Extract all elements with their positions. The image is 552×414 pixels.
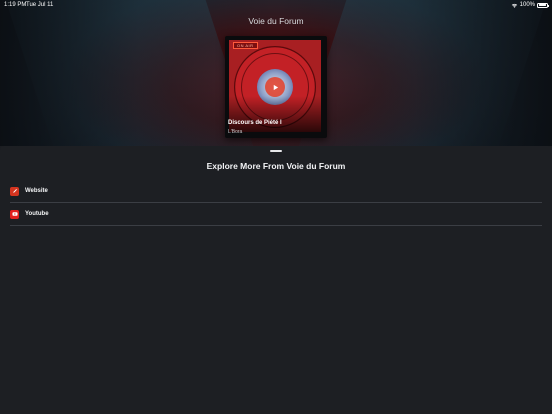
- now-playing-card[interactable]: ON AIR Discours de Piété I L'Bora: [225, 36, 327, 138]
- artwork-fade: [229, 96, 321, 132]
- status-bar: 1:19 PM Tue Jul 11 100%: [0, 0, 552, 10]
- track-title: Discours de Piété I: [228, 120, 282, 126]
- website-link[interactable]: Website: [10, 180, 542, 203]
- battery-icon: [537, 2, 549, 8]
- track-artist: L'Bora: [228, 129, 243, 135]
- youtube-icon: [10, 209, 19, 219]
- battery-percentage: 100%: [519, 2, 535, 8]
- play-icon: [273, 84, 278, 90]
- play-button[interactable]: [265, 77, 285, 97]
- status-right: 100%: [511, 2, 549, 8]
- sheet-grabber[interactable]: [270, 150, 282, 152]
- status-date: Tue Jul 11: [26, 2, 54, 8]
- on-air-badge: ON AIR: [233, 42, 258, 49]
- website-label: Website: [25, 188, 48, 194]
- status-time: 1:19 PM: [4, 2, 27, 8]
- explore-sheet: Explore More From Voie du Forum Website …: [0, 146, 552, 414]
- website-icon: [10, 186, 19, 196]
- sheet-title: Explore More From Voie du Forum: [206, 161, 346, 171]
- youtube-label: Youtube: [25, 211, 49, 217]
- page-title: Voie du Forum: [248, 16, 304, 26]
- wifi-icon: [511, 3, 517, 8]
- youtube-link[interactable]: Youtube: [10, 203, 542, 226]
- battery-level: [538, 4, 547, 6]
